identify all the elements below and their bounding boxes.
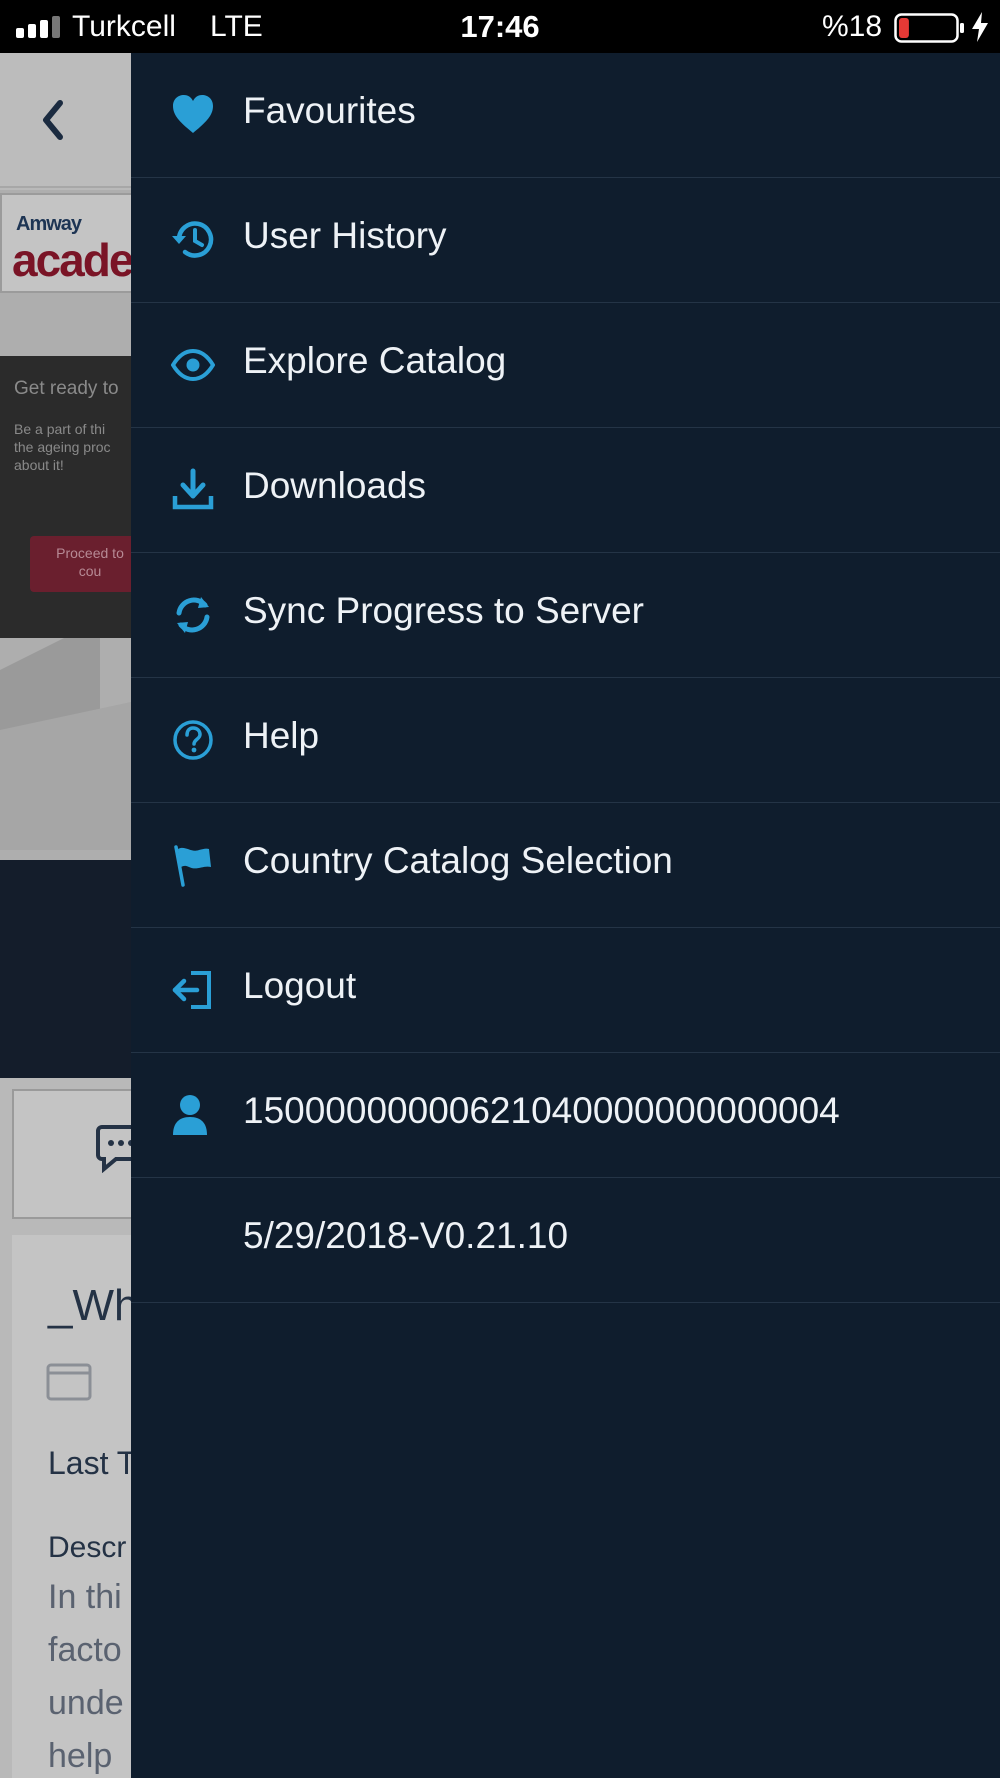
menu-item-label: Logout	[243, 965, 357, 1006]
flag-icon	[174, 845, 211, 887]
amway-academy-logo: Amway acaden	[0, 193, 161, 293]
menu-item-label: Country Catalog Selection	[243, 840, 673, 881]
menu-item-label: Explore Catalog	[243, 340, 507, 381]
navigation-drawer: Favourites User History Explore Catalog …	[131, 53, 1000, 1778]
window-icon	[46, 1363, 92, 1401]
last-label: Last T	[48, 1445, 137, 1481]
menu-item-label: Help	[243, 715, 320, 756]
menu-item-downloads[interactable]: Downloads	[131, 428, 1000, 553]
menu-item-favourites[interactable]: Favourites	[131, 53, 1000, 178]
promo-text: Be a part of thi the ageing proc about i…	[14, 421, 111, 473]
help-icon	[173, 720, 213, 760]
menu-item-logout[interactable]: Logout	[131, 928, 1000, 1053]
sync-icon	[176, 597, 210, 633]
menu-item-label: Sync Progress to Server	[243, 590, 644, 631]
user-id-label: 15000000000621040000000000004	[243, 1090, 840, 1131]
description-text: In thi facto unde help	[48, 1578, 124, 1775]
charging-icon	[972, 12, 988, 42]
download-icon	[172, 468, 214, 510]
battery-icon	[894, 13, 964, 43]
user-icon	[173, 1095, 207, 1135]
status-bar: Turkcell LTE 17:46 %18	[0, 0, 1000, 53]
menu-item-country-catalog[interactable]: Country Catalog Selection	[131, 803, 1000, 928]
menu-item-label: Favourites	[243, 90, 416, 131]
menu-item-label: User History	[243, 215, 447, 256]
menu-item-sync-progress[interactable]: Sync Progress to Server	[131, 553, 1000, 678]
battery-percent: %18	[822, 10, 883, 43]
menu-item-user-history[interactable]: User History	[131, 178, 1000, 303]
promo-title: Get ready to	[14, 378, 119, 399]
promo-card: Get ready to Be a part of thi the ageing…	[0, 356, 150, 638]
menu-item-help[interactable]: Help	[131, 678, 1000, 803]
history-icon	[172, 221, 214, 258]
menu-item-user-id: 15000000000621040000000000004	[131, 1053, 1000, 1178]
description-label: Descr	[48, 1531, 127, 1564]
menu-item-label: Downloads	[243, 465, 427, 506]
menu-item-version: 5/29/2018-V0.21.10	[131, 1178, 1000, 1303]
eye-icon	[171, 348, 215, 382]
menu-item-explore-catalog[interactable]: Explore Catalog	[131, 303, 1000, 428]
back-arrow-icon[interactable]	[36, 95, 68, 145]
logout-icon	[172, 971, 211, 1009]
heart-icon	[173, 95, 213, 133]
version-label: 5/29/2018-V0.21.10	[243, 1215, 569, 1256]
